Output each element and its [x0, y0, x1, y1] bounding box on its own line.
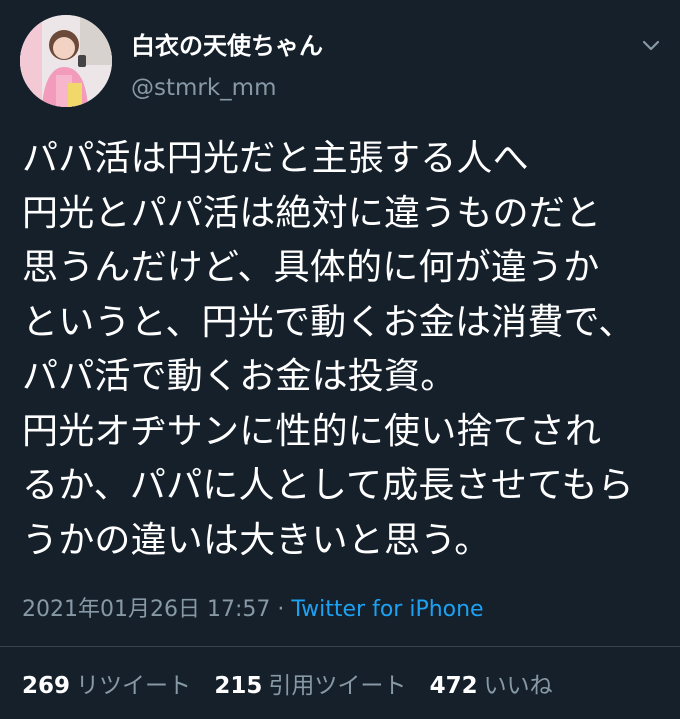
likes-count: 472 — [429, 673, 478, 699]
tweet-source-link[interactable]: Twitter for iPhone — [291, 597, 483, 622]
tweet-card: 白衣の天使ちゃん @stmrk_mm パパ活は円光だと主張する人へ 円光とパパ活… — [0, 0, 680, 719]
likes-stat[interactable]: 472 いいね — [430, 671, 553, 701]
author-avatar[interactable] — [20, 15, 112, 107]
likes-label: いいね — [483, 673, 553, 699]
divider — [0, 646, 680, 647]
chevron-down-icon — [642, 40, 660, 51]
retweets-stat[interactable]: 269 リツイート — [22, 671, 191, 701]
retweets-label: リツイート — [76, 673, 192, 699]
quotes-count: 215 — [214, 673, 263, 699]
quotes-label: 引用ツイート — [268, 673, 407, 699]
tweet-text: パパ活は円光だと主張する人へ 円光とパパ活は絶対に違うものだと 思うんだけど、具… — [22, 138, 635, 561]
meta-separator: · — [270, 597, 292, 622]
author-handle[interactable]: @stmrk_mm — [131, 73, 277, 103]
quotes-stat[interactable]: 215 引用ツイート — [214, 671, 406, 701]
tweet-meta: 2021年01月26日 17:57 · Twitter for iPhone — [22, 596, 484, 624]
retweets-count: 269 — [22, 673, 71, 699]
author-display-name[interactable]: 白衣の天使ちゃん — [131, 31, 323, 61]
tweet-timestamp[interactable]: 2021年01月26日 17:57 — [22, 597, 270, 622]
tweet-stats: 269 リツイート 215 引用ツイート 472 いいね — [22, 671, 569, 701]
avatar-photo-icon — [20, 15, 112, 107]
tweet-menu-button[interactable] — [638, 34, 664, 56]
